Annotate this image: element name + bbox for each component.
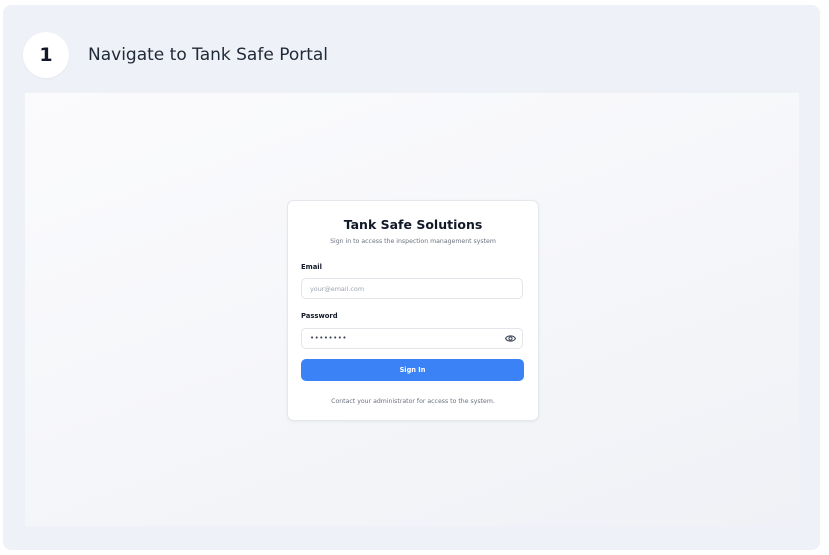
screenshot-area: Tank Safe Solutions Sign in to access th… [25,93,799,526]
login-card: Tank Safe Solutions Sign in to access th… [287,200,539,421]
login-subtitle: Sign in to access the inspection managem… [330,238,496,245]
contact-admin-note: Contact your administrator for access to… [331,398,495,405]
email-field[interactable]: your@email.com [301,278,523,299]
password-field[interactable]: •••••••• [301,328,523,349]
step-number-badge: 1 [23,32,69,78]
password-label: Password [301,312,338,320]
login-title: Tank Safe Solutions [343,217,483,232]
guide-step-container: 1 Navigate to Tank Safe Portal Tank Safe… [3,5,820,550]
sign-in-button[interactable]: Sign In [301,359,524,381]
email-label: Email [301,263,322,271]
step-header: 1 Navigate to Tank Safe Portal [23,32,328,78]
eye-icon[interactable] [505,334,516,343]
step-title: Navigate to Tank Safe Portal [88,45,329,65]
email-placeholder: your@email.com [310,285,365,293]
password-value: •••••••• [310,334,348,342]
